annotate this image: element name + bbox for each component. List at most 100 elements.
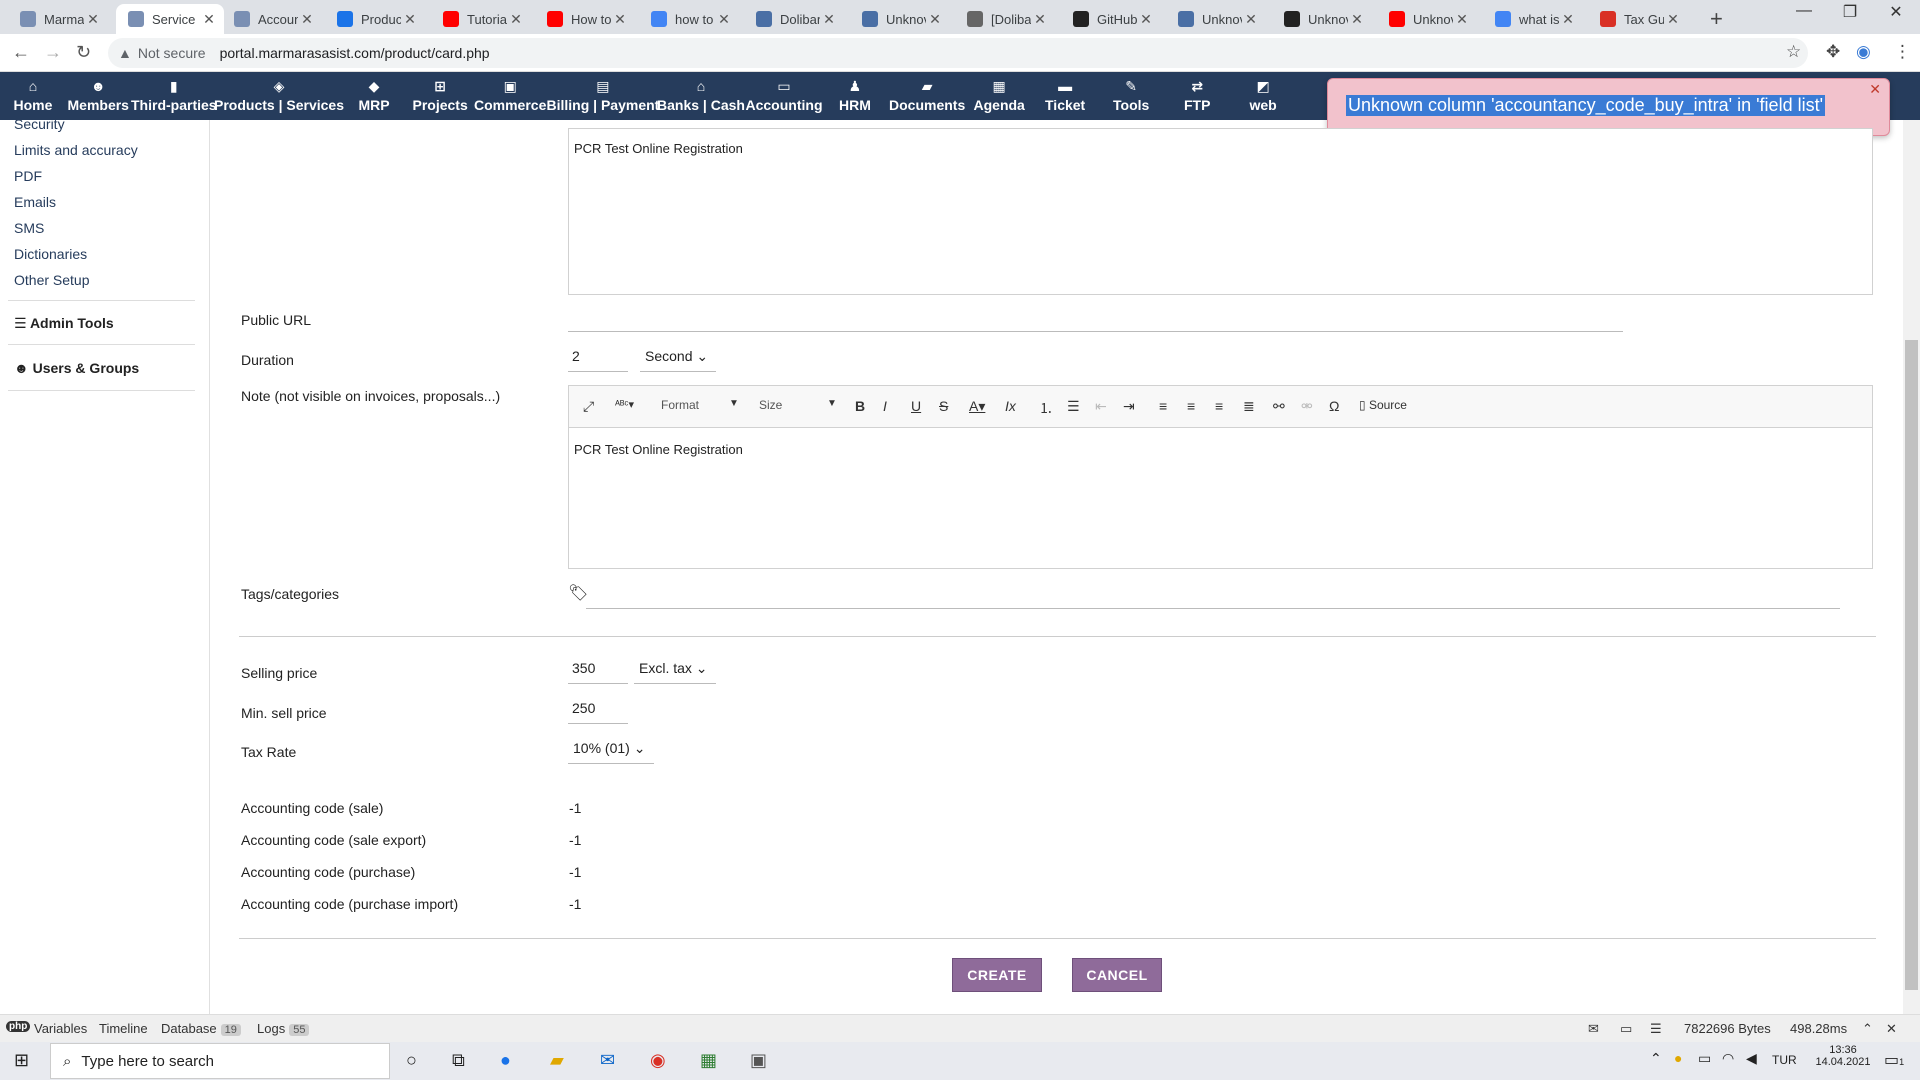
source-button[interactable]: ▯ Source	[1359, 398, 1407, 412]
menu-item-hrm[interactable]: ♟ HRM	[839, 72, 871, 120]
menu-item-web[interactable]: ◩ web	[1250, 72, 1277, 120]
mail-icon[interactable]: ✉	[1588, 1021, 1599, 1037]
close-icon[interactable]: ✕	[1886, 1021, 1897, 1037]
menu-item-projects[interactable]: ⊞ Projects	[413, 72, 468, 120]
back-icon[interactable]: ←	[12, 42, 30, 63]
browser-menu-icon[interactable]: ⋮	[1894, 42, 1911, 62]
windows-start-icon[interactable]: ⊞	[14, 1050, 29, 1071]
sidebar-item-security[interactable]: Security	[14, 116, 65, 132]
extensions-icon[interactable]: ✥	[1826, 42, 1840, 62]
menu-item-commerce[interactable]: ▣ Commerce	[474, 72, 546, 120]
menu-item-members[interactable]: ☻ Members	[68, 72, 129, 120]
chrome-icon[interactable]: ◉	[650, 1050, 666, 1071]
profile-icon[interactable]: ◉	[1856, 42, 1871, 62]
forward-icon[interactable]: →	[44, 42, 62, 63]
browser-tab[interactable]: GitHub ✕	[1061, 4, 1161, 34]
min-price-input[interactable]: 250	[568, 700, 628, 724]
browser-tab[interactable]: what is ✕	[1483, 4, 1583, 34]
sidebar-admin-tools[interactable]: ☰ Admin Tools	[14, 315, 114, 332]
create-button[interactable]: CREATE	[952, 958, 1042, 992]
tab-close-icon[interactable]: ✕	[926, 11, 944, 28]
align-right-icon[interactable]: ≡	[1215, 398, 1223, 414]
strikethrough-icon[interactable]: S	[939, 398, 948, 414]
chevron-up-icon[interactable]: ⌃	[1862, 1021, 1873, 1037]
link-icon[interactable]: ⚯	[1273, 398, 1285, 415]
menu-item-billing-payment[interactable]: ▤ Billing | Payment	[547, 72, 660, 120]
tab-close-icon[interactable]: ✕	[84, 11, 102, 28]
browser-tab[interactable]: How to ✕	[535, 4, 635, 34]
italic-icon[interactable]: I	[883, 398, 887, 414]
tab-close-icon[interactable]: ✕	[1559, 11, 1577, 28]
public-url-input[interactable]	[568, 308, 1623, 332]
tab-close-icon[interactable]: ✕	[611, 11, 629, 28]
new-tab-button[interactable]: +	[1710, 6, 1723, 32]
menu-item-accounting[interactable]: ▭ Accounting	[746, 72, 823, 120]
tax-rate-select[interactable]: 10% (01) ⌄	[568, 740, 654, 764]
debug-timeline-tab[interactable]: Timeline	[99, 1021, 148, 1036]
sidebar-item-emails[interactable]: Emails	[14, 194, 56, 210]
format-dropdown[interactable]: Format	[661, 398, 699, 412]
volume-icon[interactable]: ◀	[1746, 1050, 1757, 1067]
menu-item-documents[interactable]: ▰ Documents	[889, 72, 965, 120]
monitor-icon[interactable]: ▭	[1620, 1021, 1632, 1037]
close-icon[interactable]: ✕	[1869, 81, 1881, 98]
menu-item-products-services[interactable]: ◈ Products | Services	[214, 72, 344, 120]
language-indicator[interactable]: TUR	[1772, 1053, 1797, 1067]
unlink-icon[interactable]: ⚮	[1301, 398, 1313, 415]
tab-close-icon[interactable]: ✕	[1031, 11, 1049, 28]
align-center-icon[interactable]: ≡	[1187, 398, 1195, 414]
align-justify-icon[interactable]: ≣	[1243, 398, 1255, 415]
tray-app-icon[interactable]: ●	[1674, 1050, 1682, 1066]
menu-item-mrp[interactable]: ◆ MRP	[359, 72, 390, 120]
spellcheck-icon[interactable]: ᴬᴮᶜ▾	[615, 398, 634, 411]
browser-tab[interactable]: Unknov ✕	[1166, 4, 1266, 34]
taskbar-search-box[interactable]: ⌕ Type here to search	[50, 1043, 390, 1079]
menu-item-ftp[interactable]: ⇄ FTP	[1184, 72, 1210, 120]
debug-logs-tab[interactable]: Logs 55	[257, 1021, 310, 1036]
outdent-icon[interactable]: ⇤	[1095, 398, 1107, 415]
duration-unit-select[interactable]: Second ⌄	[640, 348, 716, 372]
mail-app-icon[interactable]: ✉	[600, 1050, 615, 1071]
browser-tab[interactable]: Accoun ✕	[222, 4, 322, 34]
underline-icon[interactable]: U	[911, 398, 921, 414]
browser-tab[interactable]: Unknov ✕	[1377, 4, 1477, 34]
numbered-list-icon[interactable]: ⒈	[1039, 398, 1053, 418]
browser-tab[interactable]: Marmar✕	[8, 4, 108, 34]
menu-item-home[interactable]: ⌂ Home	[14, 72, 53, 120]
bookmark-star-icon[interactable]: ☆	[1786, 42, 1801, 62]
tab-close-icon[interactable]: ✕	[715, 11, 733, 28]
clock[interactable]: 13:36 14.04.2021	[1808, 1044, 1878, 1068]
tab-close-icon[interactable]: ✕	[1137, 11, 1155, 28]
cancel-button[interactable]: CANCEL	[1072, 958, 1162, 992]
edge-icon[interactable]: ●	[500, 1050, 511, 1071]
task-view-icon[interactable]: ⧉	[452, 1050, 465, 1071]
cortana-icon[interactable]: ○	[406, 1050, 417, 1071]
browser-tab[interactable]: Product✕	[325, 4, 425, 34]
browser-tab[interactable]: [Doliba ✕	[955, 4, 1055, 34]
close-window-button[interactable]: ✕	[1876, 2, 1916, 22]
file-explorer-icon[interactable]: ▰	[550, 1050, 564, 1071]
debug-variables-tab[interactable]: Variables	[34, 1021, 87, 1036]
special-char-icon[interactable]: Ω	[1329, 398, 1339, 414]
sidebar-item-limits[interactable]: Limits and accuracy	[14, 142, 138, 158]
menu-item-ticket[interactable]: ▬ Ticket	[1045, 72, 1085, 120]
browser-tab[interactable]: Unknov ✕	[1272, 4, 1372, 34]
tab-close-icon[interactable]: ✕	[200, 11, 218, 28]
maximize-button[interactable]: ❐	[1830, 2, 1870, 22]
sidebar-item-sms[interactable]: SMS	[14, 220, 44, 236]
price-base-select[interactable]: Excl. tax ⌄	[634, 660, 716, 684]
tab-close-icon[interactable]: ✕	[1242, 11, 1260, 28]
debug-database-tab[interactable]: Database 19	[161, 1021, 241, 1036]
duration-input[interactable]: 2	[568, 348, 628, 372]
maximize-icon[interactable]: ⤢	[583, 398, 594, 415]
menu-item-banks-cash[interactable]: ⌂ Banks | Cash	[657, 72, 745, 120]
bullet-list-icon[interactable]: ☰	[1067, 398, 1080, 415]
url-box[interactable]: ▲ Not secure portal.marmarasasist.com/pr…	[108, 38, 1808, 68]
sidebar-item-pdf[interactable]: PDF	[14, 168, 42, 184]
indent-icon[interactable]: ⇥	[1123, 398, 1135, 415]
minimize-button[interactable]: —	[1784, 2, 1824, 20]
tab-close-icon[interactable]: ✕	[507, 11, 525, 28]
search-placeholder[interactable]: Type here to search	[81, 1053, 214, 1070]
description-editor[interactable]: PCR Test Online Registration	[568, 128, 1873, 295]
bold-icon[interactable]: B	[855, 398, 865, 414]
